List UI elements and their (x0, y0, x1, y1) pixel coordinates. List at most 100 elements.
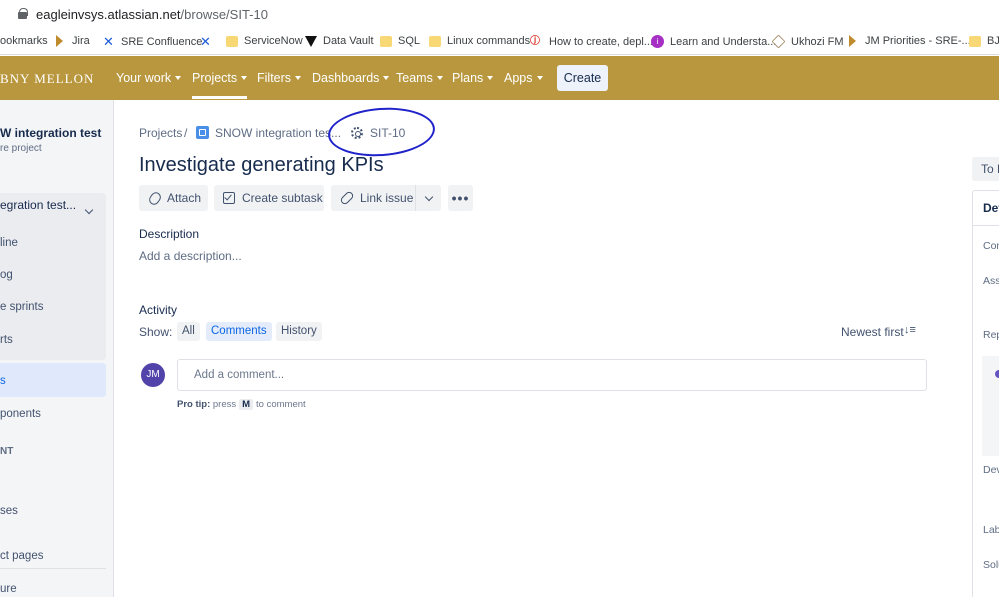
sidebar-item-releases[interactable]: ses (0, 505, 18, 517)
chevron-down-icon (536, 76, 543, 80)
link-issue-dropdown[interactable] (416, 185, 441, 211)
nav-label: Filters (257, 71, 292, 85)
folder-icon (429, 35, 441, 47)
create-subtask-button[interactable]: Create subtask (214, 185, 324, 211)
status-button[interactable]: To D (972, 157, 999, 181)
field-label-reporter: Rep (983, 329, 999, 341)
nav-plans[interactable]: Plans (452, 71, 494, 85)
bookmark-learn-and-understand[interactable]: i Learn and Understa... (651, 35, 776, 48)
nav-label: Dashboards (312, 71, 380, 85)
nav-teams[interactable]: Teams (396, 71, 443, 85)
project-sidebar: W integration test re project egration t… (0, 100, 114, 597)
nav-label: Your work (116, 71, 172, 85)
bookmark-label: ookmarks (0, 35, 48, 47)
chevron-down-icon (295, 76, 302, 80)
sort-order-button[interactable]: Newest first (841, 325, 904, 339)
sidebar-item-reports[interactable]: rts (0, 334, 13, 346)
filter-history[interactable]: History (276, 322, 322, 341)
bookmark-how-to-create[interactable]: ⓙ How to create, depl... (530, 35, 653, 48)
sidebar-item-issues-selected[interactable] (0, 363, 106, 397)
jira-icon (849, 35, 856, 47)
attach-button[interactable]: Attach (139, 185, 208, 211)
comment-input[interactable]: Add a comment... (177, 359, 927, 391)
sidebar-board-selector[interactable]: egration test... (0, 198, 76, 212)
bookmark-data-vault[interactable]: Data Vault (305, 35, 374, 47)
breadcrumb-projects[interactable]: Projects (139, 126, 182, 140)
chevron-down-icon (424, 192, 433, 201)
folder-icon (380, 35, 392, 47)
sidebar-project-name[interactable]: W integration test (0, 126, 101, 140)
comment-placeholder: Add a comment... (194, 369, 285, 381)
bookmark-all-bookmarks[interactable]: ookmarks (0, 35, 48, 47)
field-label-labels: Lab (983, 524, 999, 536)
nav-label: Plans (452, 71, 484, 85)
folder-icon (969, 35, 981, 47)
sidebar-item-active-sprints[interactable]: e sprints (0, 301, 43, 313)
reporter-avatar (995, 370, 999, 378)
nav-your-work[interactable]: Your work (116, 71, 182, 85)
sidebar-item-components[interactable]: ponents (0, 408, 41, 420)
bookmark-label: Linux commands (447, 35, 531, 47)
nav-label: Apps (504, 71, 533, 85)
field-label-components: Con (983, 240, 999, 252)
lock-icon (18, 8, 28, 19)
page-icon: ⓙ (530, 36, 540, 47)
chevron-down-icon (241, 76, 248, 80)
jira-top-nav: BNY MELLON Your work Projects Filters Da… (0, 56, 999, 100)
more-icon: ••• (451, 190, 470, 206)
description-field[interactable]: Add a description... (139, 249, 242, 263)
more-actions-button[interactable]: ••• (448, 185, 473, 211)
nav-apps[interactable]: Apps (504, 71, 543, 85)
bookmark-label: Jira (72, 35, 90, 47)
sidebar-item-features[interactable]: ure (0, 583, 17, 595)
nav-dashboards[interactable]: Dashboards (312, 71, 390, 85)
cube-icon (771, 34, 786, 49)
sort-icon[interactable]: ↓≡ (904, 324, 916, 336)
filter-comments[interactable]: Comments (206, 322, 272, 341)
url-text[interactable]: eagleinvsys.atlassian.net/browse/SIT-10 (36, 7, 268, 22)
sidebar-item-project-pages[interactable]: ct pages (0, 550, 43, 562)
sidebar-item-backlog[interactable]: og (0, 269, 13, 281)
nav-label: Projects (192, 71, 238, 85)
protip-press: press (212, 399, 237, 410)
project-icon (196, 126, 209, 139)
triangle-icon (305, 35, 317, 47)
bookmark-label: Data Vault (323, 35, 374, 47)
folder-icon (226, 35, 238, 47)
bookmark-label: BJs (987, 35, 999, 47)
link-issue-label: Link issue (360, 191, 414, 205)
show-label: Show: (139, 325, 173, 339)
link-icon (339, 190, 355, 206)
link-issue-button[interactable]: Link issue (331, 185, 416, 211)
bookmark-ukhozi-fm[interactable]: Ukhozi FM (771, 34, 844, 49)
bookmark-servicenow[interactable]: ServiceNow (226, 35, 303, 47)
bookmark-sql[interactable]: SQL (380, 35, 420, 47)
nav-filters[interactable]: Filters (257, 71, 302, 85)
issue-title[interactable]: Investigate generating KPIs (139, 154, 384, 177)
create-button[interactable]: Create (557, 65, 608, 91)
nav-projects[interactable]: Projects (192, 71, 248, 99)
bookmark-confluence[interactable]: ✕ (199, 35, 218, 48)
sidebar-section-heading: NT (0, 446, 14, 457)
circle-icon: i (651, 35, 664, 48)
bookmark-jira[interactable]: Jira (56, 35, 90, 47)
brand-logo[interactable]: BNY MELLON (0, 71, 94, 87)
chevron-down-icon (175, 76, 182, 80)
sidebar-item-issues[interactable]: s (0, 375, 6, 387)
breadcrumb-separator: / (184, 126, 188, 140)
confluence-icon: ✕ (200, 34, 211, 49)
filter-all[interactable]: All (177, 322, 200, 341)
paperclip-icon (147, 189, 163, 207)
breadcrumb-project[interactable]: SNOW integration tes... (215, 126, 341, 140)
sidebar-board-group (0, 193, 106, 360)
browser-address-bar[interactable]: eagleinvsys.atlassian.net/browse/SIT-10 (0, 0, 999, 28)
protip: Pro tip: press Mto comment (177, 399, 306, 410)
sidebar-divider (0, 568, 106, 569)
bookmark-bjs[interactable]: BJs (969, 35, 999, 47)
bookmark-sre-confluence[interactable]: ✕ SRE Confluence (102, 35, 202, 48)
bookmark-linux-commands[interactable]: Linux commands (429, 35, 530, 47)
bookmark-jm-priorities[interactable]: JM Priorities - SRE-... (849, 35, 971, 47)
bookmark-label: SQL (398, 35, 421, 47)
sidebar-item-timeline[interactable]: line (0, 237, 18, 249)
avatar[interactable]: JM (141, 363, 165, 387)
